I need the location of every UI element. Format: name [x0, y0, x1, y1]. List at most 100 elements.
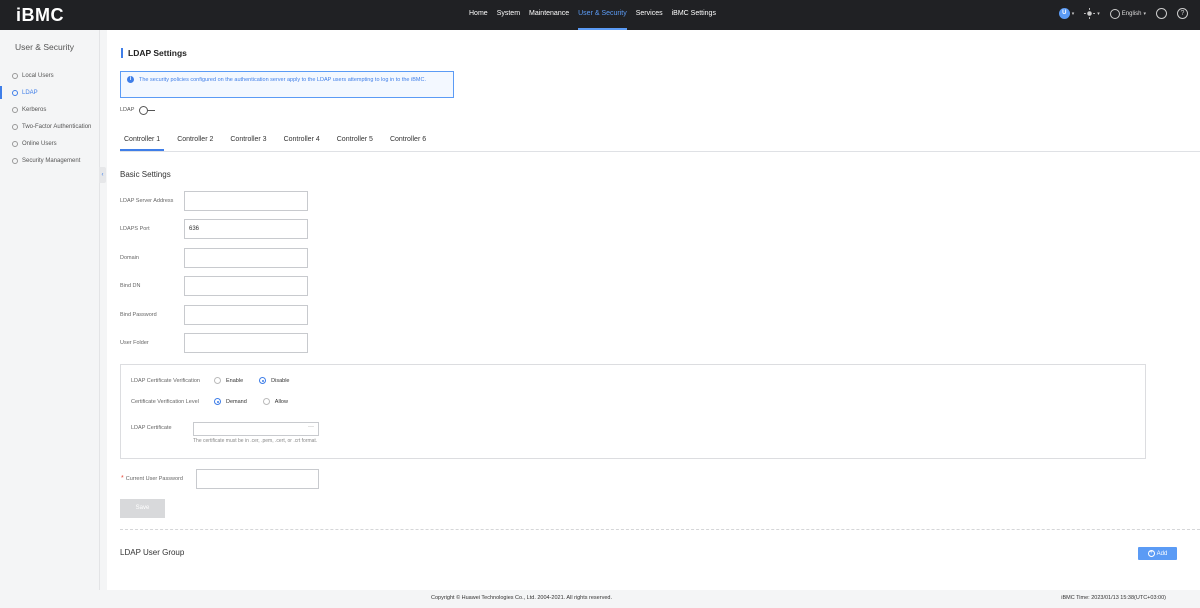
shield-icon — [12, 106, 18, 113]
ldap-toggle-row: LDAP — [120, 106, 156, 115]
chevron-down-icon: ▾ — [1097, 10, 1100, 17]
sidebar-item-label: Two-Factor Authentication — [22, 123, 92, 130]
radio-demand[interactable]: Demand — [214, 398, 247, 405]
gear-icon — [12, 157, 18, 164]
ldap-certificate-input[interactable]: ··· — [193, 422, 319, 436]
radio-enable-circle — [214, 377, 221, 384]
user-status-icon: U — [1058, 8, 1070, 19]
sidebar-item-label: Local Users — [22, 72, 54, 79]
sidebar-item-kerberos[interactable]: Kerberos — [0, 101, 100, 118]
nav-home[interactable]: Home — [469, 0, 488, 30]
current-password-label: * Current User Password — [121, 475, 183, 482]
add-user-group-button[interactable]: + Add — [1138, 547, 1177, 560]
user-icon — [12, 123, 18, 130]
plus-icon: + — [1147, 550, 1155, 557]
radio-disable-label: Disable — [271, 377, 290, 384]
nav-services[interactable]: Services — [636, 0, 663, 30]
ldaps-port-input[interactable]: 636 — [184, 219, 308, 239]
copyright-text: Copyright © Huawei Technologies Co., Ltd… — [431, 595, 612, 601]
user-icon — [12, 140, 18, 147]
tab-controller-1[interactable]: Controller 1 — [120, 131, 165, 151]
help-menu[interactable]: ? — [1177, 8, 1188, 19]
radio-demand-label: Demand — [226, 398, 247, 405]
sidebar-item-label: LDAP — [22, 89, 38, 96]
chevron-down-icon: ▾ — [1071, 10, 1075, 17]
certificate-settings-box: LDAP Certificate Verification Enable Dis… — [120, 364, 1146, 459]
globe-icon — [1109, 8, 1120, 19]
info-icon: i — [127, 76, 134, 83]
ibmc-time: iBMC Time: 2023/01/13 15:38(UTC+03:00) — [1061, 595, 1166, 601]
ldap-toggle-label: LDAP — [120, 107, 135, 113]
add-button-label: Add — [1156, 550, 1168, 557]
nav-user-security[interactable]: User & Security — [578, 0, 627, 30]
bind-password-label: Bind Password — [120, 312, 157, 318]
tab-controller-2[interactable]: Controller 2 — [173, 131, 217, 151]
user-folder-input[interactable] — [184, 333, 308, 353]
save-button[interactable]: Save — [120, 499, 165, 518]
account-menu[interactable] — [1156, 8, 1167, 19]
ibmc-logo[interactable]: iBMC — [16, 5, 64, 26]
radio-allow[interactable]: Allow — [262, 398, 288, 405]
sidebar-item-ldap[interactable]: LDAP — [0, 84, 100, 101]
main-content: LDAP Settings i The security policies co… — [107, 30, 1200, 590]
security-notice: i The security policies configured on th… — [120, 71, 454, 98]
nav-ibmc-settings[interactable]: iBMC Settings — [672, 0, 716, 30]
main-nav: Home System Maintenance User & Security … — [469, 0, 725, 30]
sidebar-item-online-users[interactable]: Online Users — [0, 135, 100, 152]
radio-enable[interactable]: Enable — [214, 377, 243, 384]
notice-text: The security policies configured on the … — [139, 77, 426, 83]
tab-controller-3[interactable]: Controller 3 — [226, 131, 270, 151]
top-bar: iBMC Home System Maintenance User & Secu… — [0, 0, 1200, 30]
ldaps-port-label: LDAPS Port — [120, 226, 150, 232]
bind-dn-input[interactable] — [184, 276, 308, 296]
radio-demand-circle — [214, 398, 221, 405]
radio-enable-label: Enable — [226, 377, 244, 384]
ldap-server-address-label: LDAP Server Address — [120, 198, 174, 204]
sun-icon — [1084, 8, 1096, 19]
cert-level-label: Certificate Verification Level — [131, 399, 199, 405]
ldap-certificate-label: LDAP Certificate — [131, 425, 172, 431]
sidebar-item-local-users[interactable]: Local Users — [0, 67, 100, 84]
radio-disable[interactable]: Disable — [259, 377, 289, 384]
cert-level-radios: Demand Allow — [214, 398, 304, 405]
user-status-menu[interactable]: U ▾ — [1058, 8, 1075, 19]
cert-verification-label: LDAP Certificate Verification — [131, 378, 200, 384]
radio-allow-label: Allow — [274, 398, 288, 405]
ldap-icon — [12, 89, 18, 96]
tab-controller-4[interactable]: Controller 4 — [280, 131, 324, 151]
basic-settings-title: Basic Settings — [120, 170, 171, 179]
sidebar-item-label: Kerberos — [22, 106, 47, 113]
browse-button[interactable]: ··· — [308, 424, 314, 430]
ldap-user-group-title: LDAP User Group — [120, 548, 185, 557]
top-right-tools: U ▾ ▾ English ▾ ? — [1049, 8, 1188, 19]
bind-password-input[interactable] — [184, 305, 308, 325]
sidebar-collapse-button[interactable]: ‹ — [99, 167, 106, 183]
user-folder-label: User Folder — [120, 340, 149, 346]
current-password-input[interactable] — [196, 469, 319, 489]
sidebar-item-security-management[interactable]: Security Management — [0, 152, 100, 169]
domain-input[interactable] — [184, 248, 308, 268]
sidebar-item-two-factor[interactable]: Two-Factor Authentication — [0, 118, 100, 135]
radio-allow-circle — [262, 398, 270, 405]
tab-controller-5[interactable]: Controller 5 — [333, 131, 377, 151]
nav-system[interactable]: System — [497, 0, 520, 30]
theme-menu[interactable]: ▾ — [1084, 8, 1100, 19]
page-title: LDAP Settings — [121, 48, 187, 58]
ldap-toggle-switch[interactable] — [139, 106, 156, 115]
help-icon: ? — [1177, 8, 1188, 19]
language-label: English — [1121, 10, 1142, 17]
bind-dn-label: Bind DN — [120, 283, 141, 289]
language-menu[interactable]: English ▾ — [1109, 8, 1146, 19]
sidebar-item-label: Online Users — [22, 140, 57, 147]
radio-disable-circle — [259, 377, 267, 384]
chevron-down-icon: ▾ — [1143, 10, 1146, 17]
required-marker: * — [121, 475, 124, 482]
sidebar-title: User & Security — [15, 42, 75, 52]
ldap-server-address-input[interactable] — [184, 191, 308, 211]
user-icon — [12, 72, 18, 79]
sidebar-item-label: Security Management — [22, 157, 81, 164]
tab-controller-6[interactable]: Controller 6 — [386, 131, 430, 151]
account-icon — [1156, 8, 1167, 19]
cert-verification-radios: Enable Disable — [214, 377, 305, 384]
nav-maintenance[interactable]: Maintenance — [529, 0, 569, 30]
